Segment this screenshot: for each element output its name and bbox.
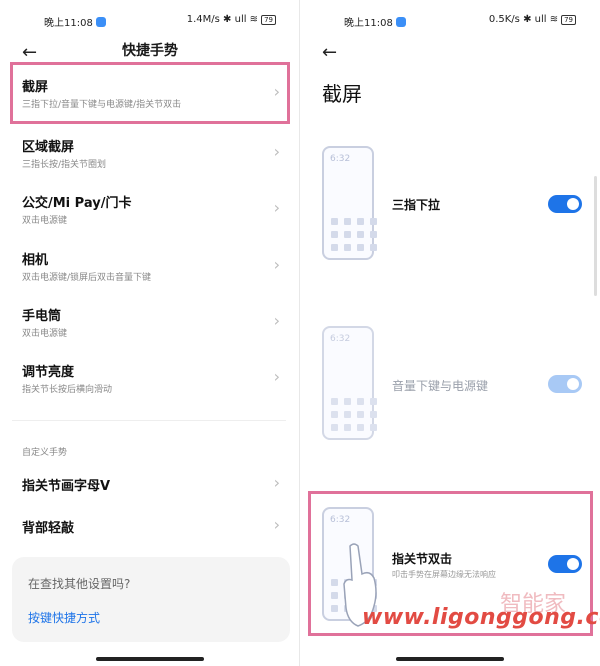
status-time: 晚上11:08 — [44, 14, 106, 29]
list-item-title: 公交/Mi Pay/门卡 — [22, 196, 132, 211]
app-notification-icon — [395, 17, 406, 27]
battery-icon: 79 — [261, 14, 276, 25]
phone-illustration: 6:32 — [322, 146, 377, 260]
battery-icon: 79 — [561, 14, 576, 25]
list-item-subtitle: 指关节长按后横向滑动 — [22, 385, 113, 395]
status-icons: 1.4M/s ✱ ull ≋ 79 — [187, 14, 276, 25]
status-icons: 0.5K/s ✱ ull ≋ 79 — [489, 14, 576, 25]
divider — [12, 420, 286, 421]
list-item-subtitle: 双击电源键/锁屏后双击音量下键 — [22, 273, 152, 283]
list-item-title: 相机 — [22, 253, 49, 268]
scrollbar[interactable] — [594, 176, 597, 296]
home-indicator[interactable] — [96, 657, 204, 661]
chevron-right-icon: › — [273, 311, 280, 330]
list-item-title: 调节亮度 — [22, 365, 75, 380]
list-item-title: 背部轻敲 — [22, 521, 75, 536]
search-suggestion-card: 在查找其他设置吗? 按键快捷方式 — [12, 557, 290, 642]
suggestion-question: 在查找其他设置吗? — [28, 577, 131, 591]
list-item-title: 手电筒 — [22, 309, 62, 324]
page-title: 截屏 — [322, 82, 362, 106]
list-item-brightness[interactable]: 调节亮度 指关节长按后横向滑动 › — [0, 353, 300, 403]
option-label: 音量下键与电源键 — [392, 379, 489, 393]
list-item-area-screenshot[interactable]: 区域截屏 三指长按/指关节圈划 › — [0, 128, 300, 178]
chevron-right-icon: › — [273, 473, 280, 492]
list-item-title: 区域截屏 — [22, 140, 75, 155]
chevron-right-icon: › — [273, 255, 280, 274]
app-grid — [331, 398, 377, 431]
list-item-flashlight[interactable]: 手电筒 双击电源键 › — [0, 297, 300, 347]
status-time: 晚上11:08 — [344, 14, 406, 29]
app-notification-icon — [95, 17, 106, 27]
chevron-right-icon: › — [273, 198, 280, 217]
button-shortcuts-link[interactable]: 按键快捷方式 — [28, 609, 100, 626]
back-arrow-icon[interactable]: ← — [322, 42, 337, 63]
list-item-subtitle: 三指长按/指关节圈划 — [22, 160, 107, 170]
list-item-mipay[interactable]: 公交/Mi Pay/门卡 双击电源键 › — [0, 184, 300, 234]
status-bar: 晚上11:08 0.5K/s ✱ ull ≋ 79 — [300, 8, 600, 30]
status-bar: 晚上11:08 1.4M/s ✱ ull ≋ 79 — [0, 8, 300, 30]
chevron-right-icon: › — [273, 142, 280, 161]
page-title: 快捷手势 — [122, 43, 178, 59]
home-indicator[interactable] — [396, 657, 504, 661]
list-item-subtitle: 双击电源键 — [22, 329, 68, 339]
section-label: 自定义手势 — [22, 448, 68, 458]
list-item-camera[interactable]: 相机 双击电源键/锁屏后双击音量下键 › — [0, 241, 300, 291]
right-screen: 晚上11:08 0.5K/s ✱ ull ≋ 79 ← 截屏 6:32 三指下拉… — [300, 0, 600, 666]
app-grid — [331, 218, 377, 251]
left-screen: 晚上11:08 1.4M/s ✱ ull ≋ 79 ← 快捷手势 截屏 三指下拉… — [0, 0, 300, 666]
chevron-right-icon: › — [273, 515, 280, 534]
list-item-title: 指关节画字母V — [22, 479, 111, 494]
chevron-right-icon: › — [273, 367, 280, 386]
phone-illustration: 6:32 — [322, 326, 377, 440]
toggle-volume-power[interactable] — [548, 375, 582, 393]
status-network: 0.5K/s ✱ ull ≋ — [488, 14, 559, 25]
toggle-three-finger[interactable] — [548, 195, 582, 213]
status-network: 1.4M/s ✱ ull ≋ — [186, 14, 259, 25]
phone-time: 6:32 — [330, 334, 351, 344]
highlight-box — [10, 62, 290, 124]
watermark-url: www.ligonggong.com — [362, 605, 600, 630]
phone-time: 6:32 — [330, 154, 351, 164]
option-label: 三指下拉 — [392, 198, 441, 212]
list-item-back-tap[interactable]: 背部轻敲 › — [0, 509, 300, 559]
list-item-subtitle: 双击电源键 — [22, 216, 68, 226]
